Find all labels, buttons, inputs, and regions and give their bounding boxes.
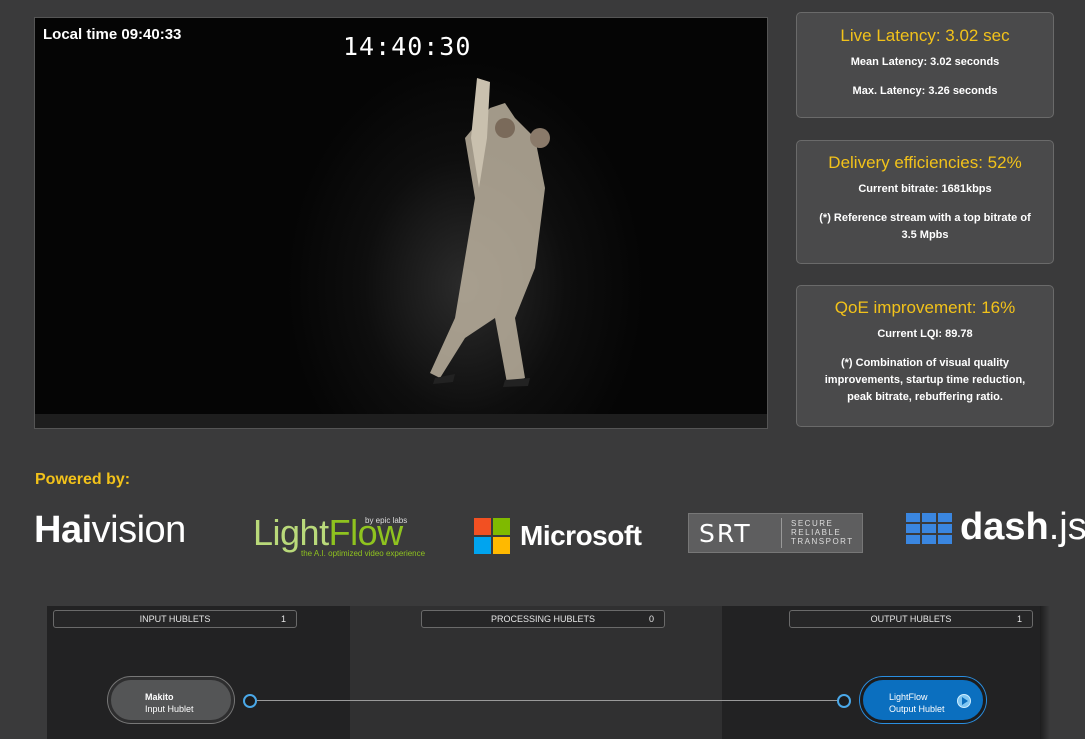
qoe-note: (*) Combination of visual quality improv…: [824, 357, 1026, 403]
mean-latency: Mean Latency: 3.02 seconds: [850, 56, 1000, 68]
dashjs-wordmark: dash.js: [960, 506, 1085, 549]
lightflow-wordmark-light: Light: [253, 512, 329, 553]
play-icon[interactable]: [957, 694, 971, 708]
haivision-logo-light: vision: [91, 509, 187, 551]
qoe-improvement-title: QoE improvement: 16%: [834, 298, 1016, 317]
haivision-logo-bold: Hai: [34, 509, 92, 551]
input-hublet-name: Makito: [145, 692, 174, 702]
srt-line-secure: SECURE: [791, 519, 834, 528]
input-hublet-type: Input Hublet: [145, 704, 194, 714]
processing-hublets-count: 0: [648, 614, 654, 624]
input-hublets-label: INPUT HUBLETS: [139, 614, 211, 624]
delivery-efficiency-card: Delivery efficiencies: 52% Current bitra…: [796, 140, 1054, 264]
video-player[interactable]: Local time 09:40:33 14:40:30: [34, 17, 768, 429]
current-lqi: Current LQI: 89.78: [877, 328, 973, 340]
processing-hublets-header[interactable]: PROCESSING HUBLETS 0: [421, 610, 665, 628]
live-latency-card: Live Latency: 3.02 sec Mean Latency: 3.0…: [796, 12, 1054, 118]
srt-divider: [781, 518, 782, 548]
makito-input-hublet[interactable]: Makito Input Hublet: [108, 677, 234, 723]
stream-clock-overlay: 14:40:30: [343, 32, 472, 61]
srt-line-reliable: RELIABLE: [791, 528, 842, 537]
output-hublets-label: OUTPUT HUBLETS: [870, 614, 952, 624]
max-latency: Max. Latency: 3.26 seconds: [852, 85, 998, 97]
lightflow-byline: by epic labs: [365, 516, 408, 525]
local-time-overlay: Local time 09:40:33: [43, 26, 182, 43]
haivision-logo: Haivision: [34, 509, 186, 552]
output-hublets-count: 1: [1016, 614, 1022, 624]
live-latency-title: Live Latency: 3.02 sec: [840, 26, 1010, 45]
pipeline-edge-shadow: [1040, 606, 1050, 739]
microsoft-windows-icon: [474, 518, 511, 555]
video-progress-bar[interactable]: [35, 414, 767, 428]
lightflow-tagline: the A.I. optimized video experience: [301, 549, 426, 558]
delivery-note: (*) Reference stream with a top bitrate …: [819, 212, 1031, 241]
hublet-pipeline: INPUT HUBLETS 1 PROCESSING HUBLETS 0 OUT…: [47, 606, 1040, 739]
processing-hublets-label: PROCESSING HUBLETS: [490, 614, 596, 624]
srt-logo: SRT SECURE RELIABLE TRANSPORT: [688, 513, 863, 553]
dashjs-wordmark-js: .js: [1048, 506, 1085, 548]
dancers-image: [430, 78, 550, 387]
input-hublets-header[interactable]: INPUT HUBLETS 1: [53, 610, 297, 628]
connection-wire: [257, 700, 845, 701]
lightflow-logo: LightFlow by epic labs the A.I. optimize…: [253, 512, 433, 560]
microsoft-wordmark: Microsoft: [520, 520, 642, 551]
output-hublet-port[interactable]: [837, 694, 851, 708]
dashjs-wordmark-dash: dash: [960, 506, 1049, 548]
powered-by-label: Powered by:: [35, 471, 131, 488]
input-hublets-count: 1: [280, 614, 286, 624]
srt-line-transport: TRANSPORT: [791, 537, 854, 546]
srt-wordmark: SRT: [699, 519, 752, 548]
delivery-efficiency-title: Delivery efficiencies: 52%: [828, 153, 1022, 172]
srt-subtitle: SECURE RELIABLE TRANSPORT: [791, 519, 854, 546]
output-hublets-header[interactable]: OUTPUT HUBLETS 1: [789, 610, 1033, 628]
dashjs-grid-icon: [906, 513, 952, 545]
qoe-improvement-card: QoE improvement: 16% Current LQI: 89.78 …: [796, 285, 1054, 427]
current-bitrate: Current bitrate: 1681kbps: [858, 183, 992, 195]
lightflow-output-hublet[interactable]: LightFlow Output Hublet: [860, 677, 986, 723]
input-hublet-port[interactable]: [243, 694, 257, 708]
